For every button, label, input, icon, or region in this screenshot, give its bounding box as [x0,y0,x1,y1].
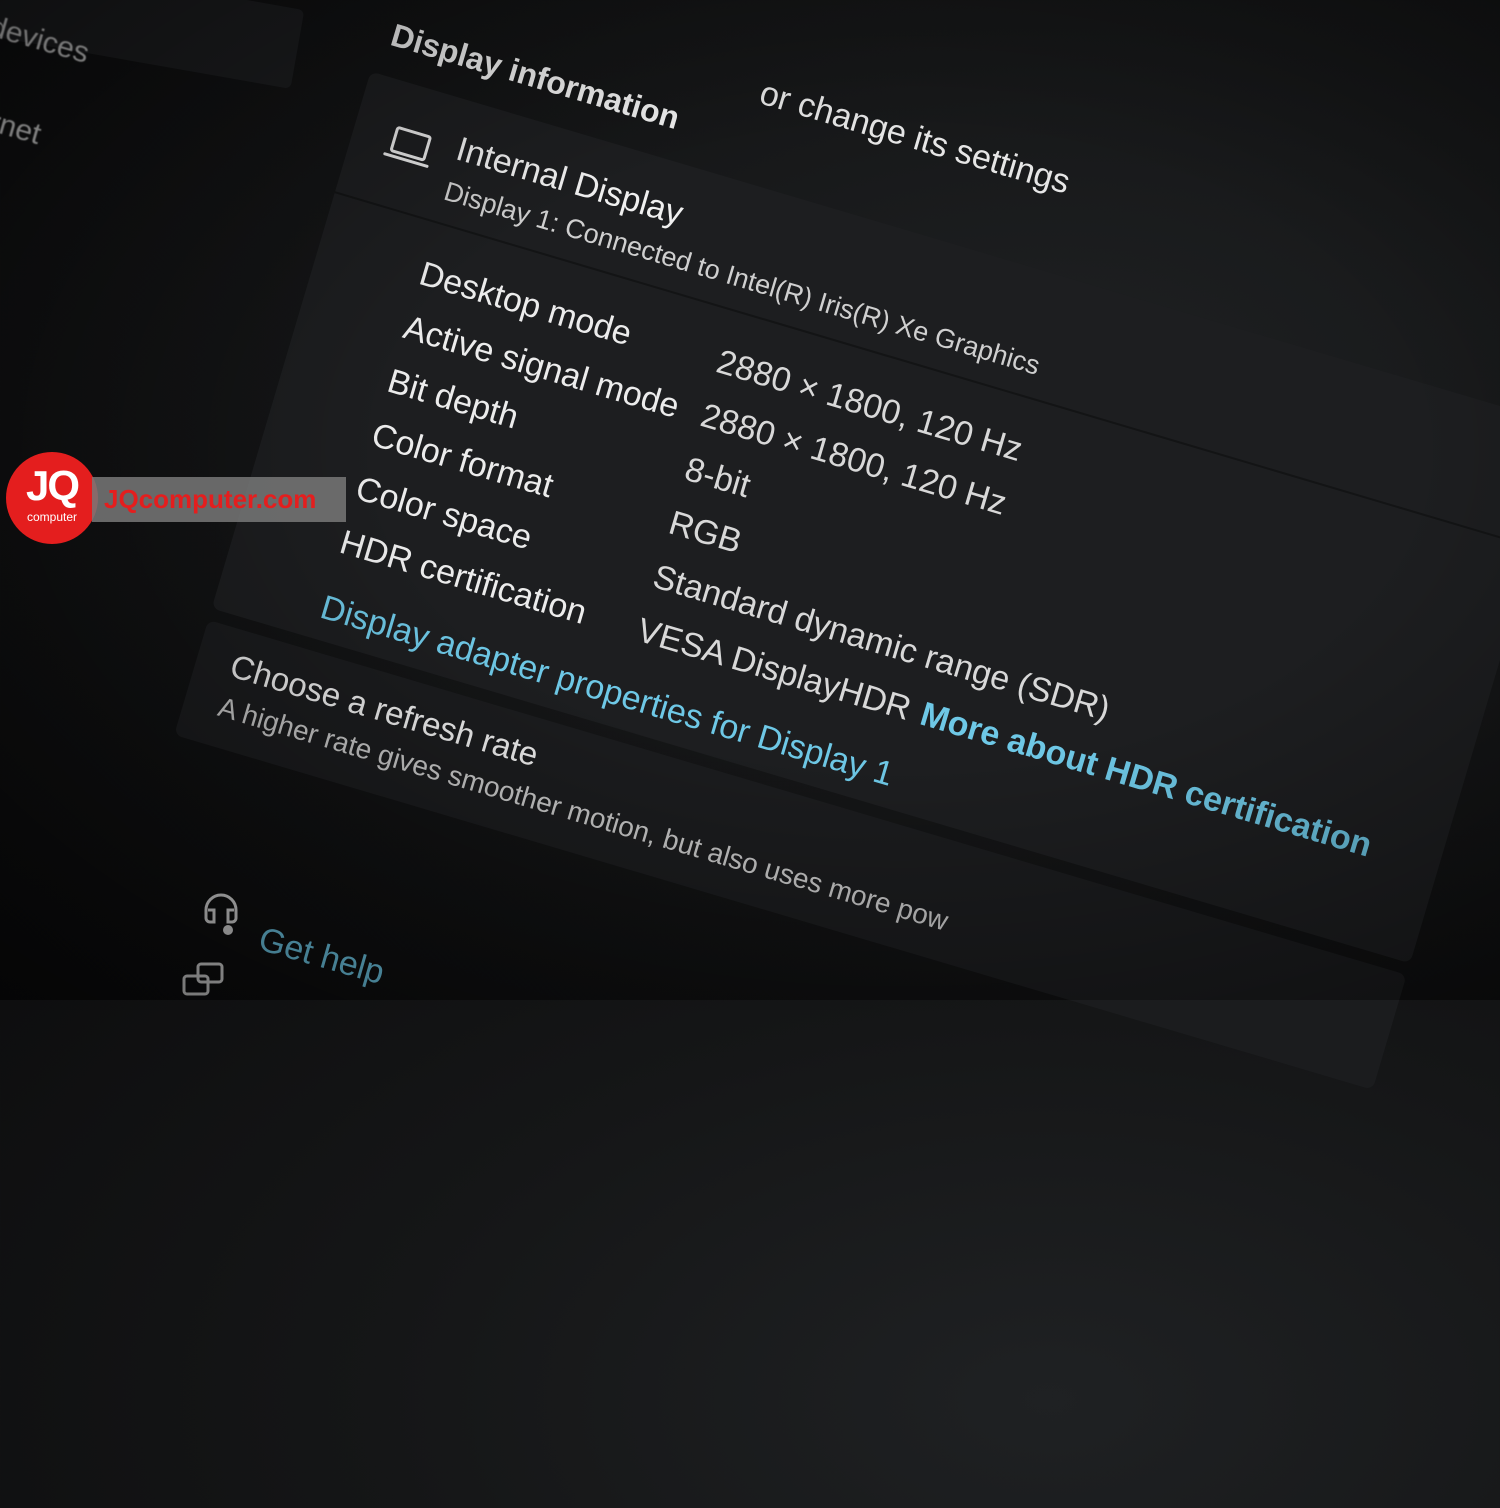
help-icon [204,893,238,935]
watermark-logo-text: JQ [25,462,80,509]
settings-content: or change its settings Display informati… [65,0,1500,1508]
page-description: or change its settings [755,73,1075,202]
watermark-logo: JQ computer [6,452,98,544]
feedback-icon [182,962,224,996]
laptop-icon [383,126,432,168]
watermark-logo-subtext: computer [26,510,78,524]
watermark-site-banner: JQcomputer.com [92,477,346,522]
